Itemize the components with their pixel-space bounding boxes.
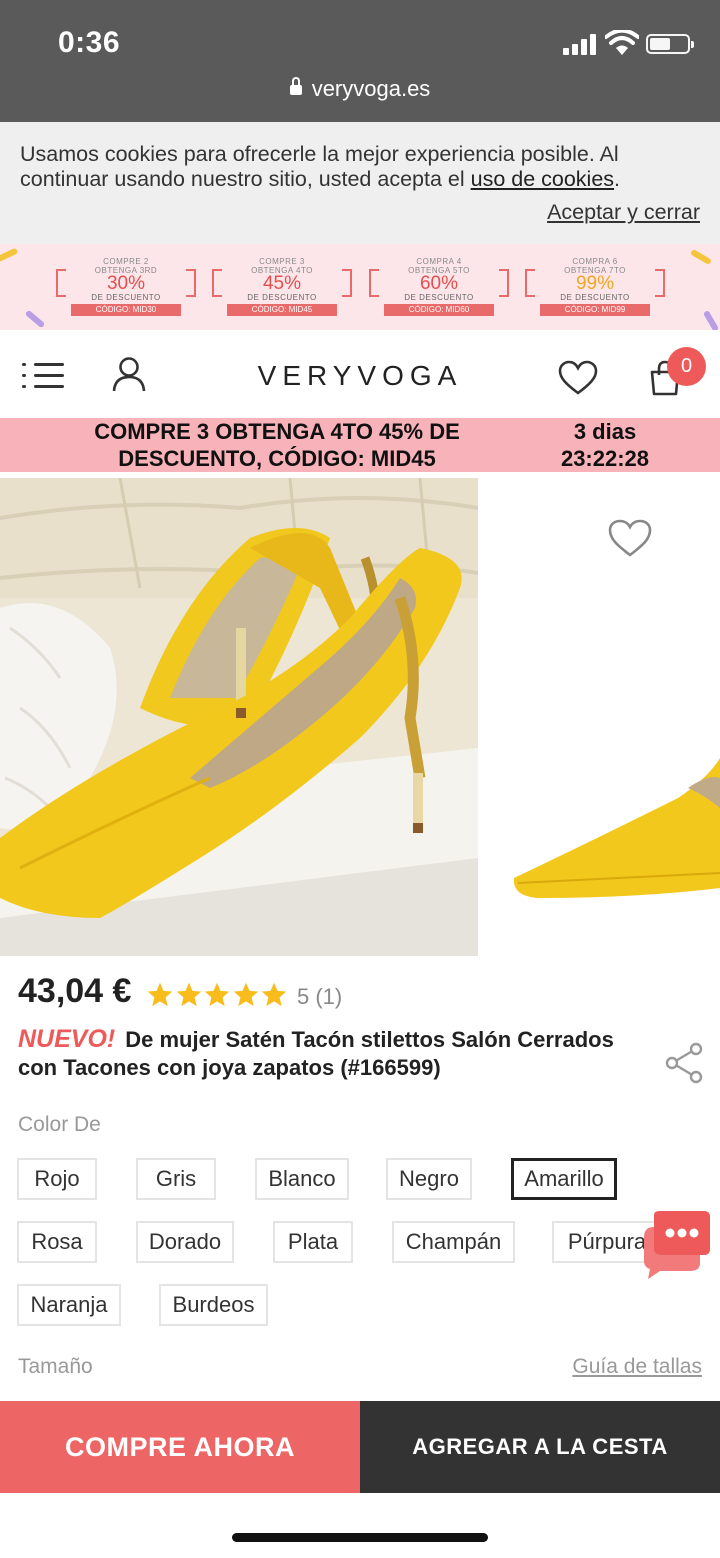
status-time: 0:36 [58,26,121,59]
product-gallery[interactable] [0,478,720,956]
confetti-decoration [0,247,19,263]
promo-tile: COMPRA 6 OBTENGA 7TO 99% DE DESCUENTO CÓ… [525,257,665,319]
cookie-message: Usamos cookies para ofrecerle la mejor e… [20,142,700,192]
confetti-decoration [702,309,720,330]
new-badge: NUEVO! [18,1025,116,1053]
promo-code: CÓDIGO: MID45 [227,304,337,316]
promo-line1: COMPRE 3 [259,257,305,266]
home-indicator[interactable] [232,1533,488,1542]
star-icon [204,982,230,1007]
countdown-banner: COMPRE 3 OBTENGA 4TO 45% DE DESCUENTO, C… [0,418,720,472]
promo-percent: 60% [419,273,459,294]
promo-line3: DE DESCUENTO [247,293,317,302]
confetti-decoration [689,248,713,266]
promo-percent: 30% [106,273,146,294]
promo-line1: COMPRE 2 [103,257,149,266]
menu-icon[interactable] [22,360,66,390]
color-option-plata[interactable]: Plata [273,1221,353,1263]
favorite-heart-icon[interactable] [607,518,653,558]
promo-code: CÓDIGO: MID60 [384,304,494,316]
product-price: 43,04 € [18,972,132,1010]
promo-percent: 99% [575,273,615,294]
product-page: 0:36 veryvoga.es Usamos cookies para ofr… [0,0,720,1558]
star-icon [261,982,287,1007]
rating-stars[interactable] [146,981,289,1009]
star-icon [233,982,258,1007]
promo-code: CÓDIGO: MID30 [71,304,181,316]
promo-tile: COMPRA 4 OBTENGA 5TO 60% DE DESCUENTO CÓ… [369,257,509,319]
cookie-banner: Usamos cookies para ofrecerle la mejor e… [0,122,720,244]
countdown-message-line1: COMPRE 3 OBTENGA 4TO 45% DE [94,419,460,444]
promo-line3: DE DESCUENTO [91,293,161,302]
cart-count-badge[interactable]: 0 [667,347,706,386]
promo-tile: COMPRE 3 OBTENGA 4TO 45% DE DESCUENTO CÓ… [212,257,352,319]
size-guide-link[interactable]: Guía de tallas [572,1355,702,1379]
product-image-main[interactable] [0,478,478,956]
buy-now-button[interactable]: COMPRE AHORA [0,1401,360,1493]
url-text: veryvoga.es [311,76,431,101]
color-option-amarillo[interactable]: Amarillo [511,1158,617,1200]
color-option-negro[interactable]: Negro [386,1158,472,1200]
address-bar[interactable]: veryvoga.es [0,76,720,102]
product-title: NUEVO! De mujer Satén Tacón stilettos Sal… [18,1025,658,1082]
site-header: VERYVOGA 0 [0,330,720,418]
site-logo[interactable]: VERYVOGA [210,360,510,392]
color-option-blanco[interactable]: Blanco [255,1158,349,1200]
user-icon[interactable] [112,356,146,392]
color-label: Color De [18,1113,101,1136]
color-option-rosa[interactable]: Rosa [17,1221,97,1263]
promo-line1: COMPRA 4 [416,257,462,266]
star-icon [176,982,201,1007]
color-option-dorado[interactable]: Dorado [136,1221,234,1263]
chat-icon[interactable] [640,1209,712,1281]
signal-icon [563,33,599,55]
promo-percent: 45% [262,273,302,294]
battery-icon [646,34,694,54]
promo-tile: COMPRE 2 OBTENGA 3RD 30% DE DESCUENTO CÓ… [56,257,196,319]
color-option-burdeos[interactable]: Burdeos [159,1284,268,1326]
promo-line1: COMPRA 6 [572,257,618,266]
countdown-clock: 23:22:28 [560,446,650,471]
add-to-cart-button[interactable]: AGREGAR A LA CESTA [360,1401,720,1493]
share-icon[interactable] [664,1042,704,1084]
countdown-days: 3 dias [573,419,637,444]
color-option-champan[interactable]: Champán [392,1221,515,1263]
promo-banner[interactable]: COMPRE 2 OBTENGA 3RD 30% DE DESCUENTO CÓ… [0,244,720,330]
confetti-decoration [24,309,46,329]
promo-line3: DE DESCUENTO [404,293,474,302]
cookie-policy-link[interactable]: uso de cookies [471,167,614,191]
countdown-timer: 3 dias 23:22:28 [540,418,670,472]
color-option-gris[interactable]: Gris [136,1158,216,1200]
status-bar: 0:36 veryvoga.es [0,0,720,122]
product-image-next[interactable] [478,478,720,956]
wishlist-heart-icon[interactable] [558,360,598,396]
promo-line3: DE DESCUENTO [560,293,630,302]
star-icon [147,982,173,1007]
countdown-message: COMPRE 3 OBTENGA 4TO 45% DE DESCUENTO, C… [42,418,512,472]
countdown-message-line2: DESCUENTO, CÓDIGO: MID45 [118,446,436,471]
wifi-icon [605,30,639,55]
lock-icon [289,77,302,95]
color-option-rojo[interactable]: Rojo [17,1158,97,1200]
accept-cookies-button[interactable]: Aceptar y cerrar [547,200,700,225]
size-label: Tamaño [18,1355,93,1378]
promo-code: CÓDIGO: MID99 [540,304,650,316]
cookie-suffix: . [614,167,621,191]
color-option-naranja[interactable]: Naranja [17,1284,121,1326]
rating-count[interactable]: 5 (1) [297,984,342,1010]
